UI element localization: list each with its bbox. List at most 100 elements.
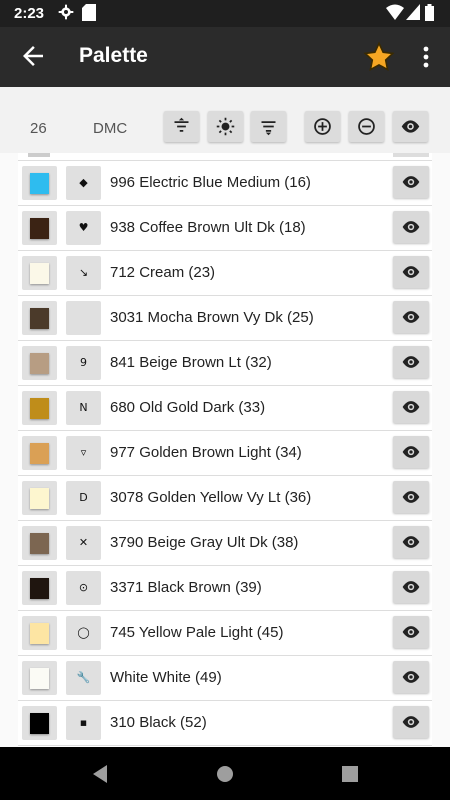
color-name: 3078 Golden Yellow Vy Lt bbox=[110, 489, 281, 506]
list-item[interactable]: ▪ 310 Black (52) bbox=[18, 701, 432, 746]
symbol-button[interactable]: ◆ bbox=[66, 166, 101, 200]
list-item[interactable]: ▿ 977 Golden Brown Light (34) bbox=[18, 431, 432, 476]
swatch-button[interactable] bbox=[22, 571, 57, 605]
visibility-toggle-button[interactable] bbox=[393, 211, 429, 243]
list-item[interactable]: ◆ 996 Electric Blue Medium (16) bbox=[18, 161, 432, 206]
list-item[interactable]: N 680 Old Gold Dark (33) bbox=[18, 386, 432, 431]
app-bar: Palette bbox=[0, 27, 450, 87]
list-item bbox=[18, 153, 432, 161]
color-name: 996 Electric Blue Medium bbox=[110, 174, 281, 191]
stitch-symbol: ▿ bbox=[80, 446, 87, 459]
sd-card-icon bbox=[82, 4, 96, 21]
list-item[interactable]: 9 841 Beige Brown Lt (32) bbox=[18, 341, 432, 386]
swatch-button[interactable] bbox=[22, 256, 57, 290]
symbol-button[interactable]: D bbox=[66, 481, 101, 515]
swatch-button[interactable] bbox=[22, 301, 57, 335]
color-swatch bbox=[30, 308, 49, 329]
star-icon[interactable] bbox=[363, 41, 395, 73]
swatch-button[interactable] bbox=[22, 346, 57, 380]
color-name: 977 Golden Brown Light bbox=[110, 444, 271, 461]
visibility-toggle-button[interactable] bbox=[393, 526, 429, 558]
stitch-symbol: ⊙ bbox=[78, 581, 89, 594]
symbol-button[interactable]: ▪ bbox=[66, 706, 101, 740]
list-item[interactable]: ♥ 938 Coffee Brown Ult Dk (18) bbox=[18, 206, 432, 251]
stitch-symbol: ↘ bbox=[78, 266, 89, 279]
filter-button[interactable] bbox=[251, 111, 286, 142]
eye-icon bbox=[402, 266, 420, 278]
stitch-count: (33) bbox=[238, 399, 266, 416]
eye-icon bbox=[401, 120, 420, 133]
symbol-button[interactable]: ▿ bbox=[66, 436, 101, 470]
list-item[interactable]: D 3078 Golden Yellow Vy Lt (36) bbox=[18, 476, 432, 521]
symbol-button[interactable]: N bbox=[66, 391, 101, 425]
symbol-button[interactable]: 🔧 bbox=[66, 661, 101, 695]
stitch-count: (16) bbox=[284, 174, 311, 191]
swatch-button[interactable] bbox=[22, 616, 57, 650]
visibility-toggle-button[interactable] bbox=[393, 481, 429, 513]
list-item[interactable]: 🔧 White White (49) bbox=[18, 656, 432, 701]
color-name: 310 Black bbox=[110, 714, 176, 731]
visibility-toggle-button[interactable] bbox=[393, 661, 429, 693]
color-label: 977 Golden Brown Light (34) bbox=[110, 444, 302, 461]
visibility-toggle-button[interactable] bbox=[393, 436, 429, 468]
color-name: 712 Cream bbox=[110, 264, 185, 281]
list-item[interactable]: ↘ 712 Cream (23) bbox=[18, 251, 432, 296]
symbol-button[interactable]: ↘ bbox=[66, 256, 101, 290]
visibility-toggle-button[interactable] bbox=[393, 616, 429, 648]
stitch-count: (34) bbox=[275, 444, 302, 461]
stitch-symbol: ▪ bbox=[79, 716, 88, 729]
filter-icon bbox=[261, 121, 276, 136]
symbol-button[interactable]: 9 bbox=[66, 346, 101, 380]
brightness-button[interactable] bbox=[208, 111, 243, 142]
visibility-toggle-button[interactable] bbox=[393, 706, 429, 738]
stitch-count: (32) bbox=[245, 354, 272, 371]
color-name: White White bbox=[110, 669, 191, 686]
eye-icon bbox=[402, 221, 420, 233]
zoom-in-button[interactable] bbox=[305, 111, 340, 142]
swatch-button[interactable] bbox=[22, 436, 57, 470]
page-title: Palette bbox=[79, 44, 148, 67]
visibility-all-button[interactable] bbox=[393, 111, 428, 142]
zoom-out-button[interactable] bbox=[349, 111, 384, 142]
sort-button[interactable] bbox=[164, 111, 199, 142]
symbol-button[interactable] bbox=[66, 301, 101, 335]
visibility-toggle-button[interactable] bbox=[393, 346, 429, 378]
swatch-button[interactable] bbox=[22, 526, 57, 560]
stitch-count: (18) bbox=[278, 219, 306, 236]
eye-icon bbox=[402, 491, 420, 503]
symbol-button[interactable]: ◯ bbox=[66, 616, 101, 650]
symbol-button[interactable]: ✕ bbox=[66, 526, 101, 560]
back-triangle-icon[interactable] bbox=[90, 764, 110, 784]
recents-square-icon[interactable] bbox=[340, 764, 360, 784]
color-list[interactable]: ◆ 996 Electric Blue Medium (16) ♥ 938 Coffe… bbox=[18, 153, 432, 747]
stitch-count: (52) bbox=[180, 714, 207, 731]
visibility-toggle-button[interactable] bbox=[393, 166, 429, 198]
visibility-toggle-button[interactable] bbox=[393, 256, 429, 288]
eye-icon bbox=[402, 581, 420, 593]
home-circle-icon[interactable] bbox=[215, 764, 235, 784]
list-item[interactable]: ◯ 745 Yellow Pale Light (45) bbox=[18, 611, 432, 656]
swatch-button[interactable] bbox=[22, 661, 57, 695]
visibility-toggle-button[interactable] bbox=[393, 571, 429, 603]
color-swatch bbox=[30, 443, 49, 464]
symbol-button[interactable]: ♥ bbox=[66, 211, 101, 245]
color-swatch bbox=[30, 398, 49, 419]
color-name: 3031 Mocha Brown Vy Dk bbox=[110, 309, 283, 326]
more-vert-icon[interactable] bbox=[415, 43, 437, 71]
color-label: 996 Electric Blue Medium (16) bbox=[110, 174, 311, 191]
swatch-button[interactable] bbox=[22, 391, 57, 425]
swatch-button[interactable] bbox=[22, 166, 57, 200]
swatch-button[interactable] bbox=[22, 706, 57, 740]
swatch-button[interactable] bbox=[22, 481, 57, 515]
symbol-button[interactable]: ⊙ bbox=[66, 571, 101, 605]
stitch-count: (39) bbox=[235, 579, 262, 596]
back-arrow-icon[interactable] bbox=[18, 41, 48, 71]
list-item[interactable]: ⊙ 3371 Black Brown (39) bbox=[18, 566, 432, 611]
list-item[interactable]: ✕ 3790 Beige Gray Ult Dk (38) bbox=[18, 521, 432, 566]
eye-icon bbox=[402, 536, 420, 548]
list-item[interactable]: 3031 Mocha Brown Vy Dk (25) bbox=[18, 296, 432, 341]
visibility-toggle-button[interactable] bbox=[393, 391, 429, 423]
swatch-button[interactable] bbox=[22, 211, 57, 245]
visibility-toggle-button[interactable] bbox=[393, 301, 429, 333]
gear-icon bbox=[58, 4, 74, 20]
